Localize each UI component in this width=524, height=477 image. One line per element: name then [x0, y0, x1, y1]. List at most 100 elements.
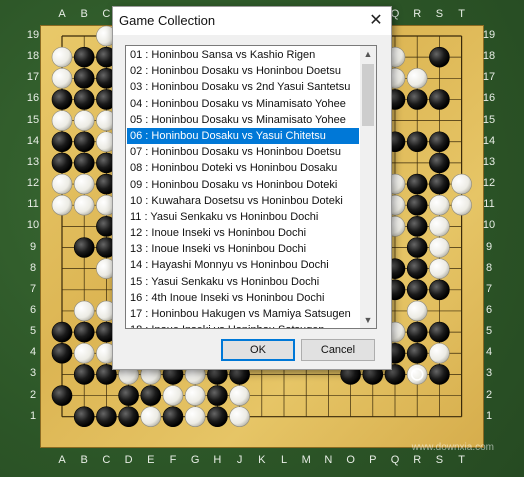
game-list-items: 01 : Honinbou Sansa vs Kashio Rigen 02 : …	[127, 47, 359, 328]
game-list-item[interactable]: 03 : Honinbou Dosaku vs 2nd Yasui Santet…	[127, 79, 359, 95]
game-list[interactable]: 01 : Honinbou Sansa vs Kashio Rigen 02 : …	[125, 45, 377, 329]
game-list-item[interactable]: 08 : Honinbou Doteki vs Honinbou Dosaku	[127, 160, 359, 176]
column-label-top: A	[58, 8, 66, 20]
white-stone	[73, 300, 95, 322]
white-stone	[429, 258, 450, 279]
black-stone	[406, 342, 428, 364]
column-label-top: S	[435, 8, 444, 20]
column-label-bottom: Q	[390, 454, 400, 466]
black-stone	[73, 89, 95, 110]
white-stone	[73, 194, 95, 216]
black-stone	[406, 216, 428, 237]
white-stone	[429, 194, 450, 216]
close-icon[interactable]: ✕	[363, 9, 389, 33]
scroll-up-icon[interactable]: ▲	[360, 46, 376, 62]
black-stone	[429, 89, 450, 110]
black-stone	[73, 152, 95, 174]
column-label-bottom: D	[124, 454, 133, 466]
white-stone	[51, 67, 73, 89]
black-stone	[96, 406, 117, 428]
white-stone	[51, 194, 73, 216]
white-stone	[140, 406, 162, 428]
white-stone	[406, 67, 428, 89]
black-stone	[406, 237, 428, 258]
white-stone	[51, 46, 73, 68]
game-collection-dialog: Game Collection ✕ 01 : Honinbou Sansa vs…	[112, 6, 392, 370]
black-stone	[118, 406, 139, 428]
column-label-bottom: S	[435, 454, 444, 466]
white-stone	[73, 173, 95, 195]
column-label-bottom: B	[80, 454, 88, 466]
cancel-button[interactable]: Cancel	[301, 339, 375, 361]
column-label-bottom: L	[280, 454, 288, 466]
black-stone	[429, 46, 450, 68]
watermark: www.downxia.com	[411, 442, 494, 453]
black-stone	[429, 131, 450, 153]
column-label-bottom: O	[346, 454, 355, 466]
game-list-item[interactable]: 13 : Inoue Inseki vs Honinbou Dochi	[127, 241, 359, 257]
black-stone	[429, 321, 450, 343]
black-stone	[140, 385, 162, 406]
column-label-top: T	[458, 8, 465, 20]
game-list-item[interactable]: 01 : Honinbou Sansa vs Kashio Rigen	[127, 47, 359, 63]
black-stone	[207, 406, 228, 428]
scroll-down-icon[interactable]: ▼	[360, 312, 376, 328]
black-stone	[406, 279, 428, 301]
list-scrollbar[interactable]: ▲ ▼	[360, 46, 376, 328]
black-stone	[73, 131, 95, 153]
black-stone	[51, 89, 73, 110]
white-stone	[73, 342, 95, 364]
dialog-title: Game Collection	[119, 13, 216, 28]
black-stone	[406, 321, 428, 343]
column-label-bottom: F	[169, 454, 177, 466]
white-stone	[162, 385, 184, 406]
scrollbar-thumb[interactable]	[362, 64, 374, 126]
column-label-bottom: H	[213, 454, 222, 466]
column-label-bottom: C	[102, 454, 111, 466]
column-label-bottom: A	[58, 454, 66, 466]
black-stone	[51, 385, 73, 406]
white-stone	[51, 173, 73, 195]
game-list-item[interactable]: 16 : 4th Inoue Inseki vs Honinbou Dochi	[127, 290, 359, 306]
game-list-item[interactable]: 06 : Honinbou Dosaku vs Yasui Chitetsu	[127, 127, 359, 145]
white-stone	[229, 406, 250, 428]
column-label-bottom: T	[458, 454, 465, 466]
white-stone	[406, 364, 428, 385]
game-list-item[interactable]: 12 : Inoue Inseki vs Honinbou Dochi	[127, 225, 359, 241]
game-list-item[interactable]: 02 : Honinbou Dosaku vs Honinbou Doetsu	[127, 63, 359, 79]
black-stone	[406, 194, 428, 216]
white-stone	[229, 385, 250, 406]
game-list-item[interactable]: 04 : Honinbou Dosaku vs Minamisato Yohee	[127, 96, 359, 112]
game-list-item[interactable]: 10 : Kuwahara Dosetsu vs Honinbou Doteki	[127, 193, 359, 209]
column-label-top: B	[80, 8, 88, 20]
black-stone	[429, 279, 450, 301]
column-label-bottom: J	[236, 454, 243, 466]
game-list-item[interactable]: 11 : Yasui Senkaku vs Honinbou Dochi	[127, 209, 359, 225]
black-stone	[429, 364, 450, 385]
game-list-item[interactable]: 18 : Inoue Inseki vs Honinbou Satsugen	[127, 322, 359, 328]
black-stone	[406, 173, 428, 195]
column-label-bottom: G	[190, 454, 200, 466]
game-list-item[interactable]: 09 : Honinbou Dosaku vs Honinbou Doteki	[127, 177, 359, 193]
game-list-item[interactable]: 17 : Honinbou Hakugen vs Mamiya Satsugen	[127, 306, 359, 322]
white-stone	[51, 110, 73, 131]
dialog-titlebar[interactable]: Game Collection ✕	[113, 7, 391, 35]
column-label-bottom: M	[301, 454, 311, 466]
black-stone	[162, 406, 184, 428]
game-list-item[interactable]: 14 : Hayashi Monnyu vs Honinbou Dochi	[127, 257, 359, 273]
column-label-top: R	[413, 8, 422, 20]
column-label-bottom: N	[324, 454, 333, 466]
black-stone	[429, 173, 450, 195]
game-list-item[interactable]: 05 : Honinbou Dosaku vs Minamisato Yohee	[127, 112, 359, 128]
white-stone	[184, 385, 206, 406]
black-stone	[51, 131, 73, 153]
white-stone	[429, 342, 450, 364]
game-list-item[interactable]: 07 : Honinbou Dosaku vs Honinbou Doetsu	[127, 144, 359, 160]
ok-button[interactable]: OK	[221, 339, 295, 361]
game-list-item[interactable]: 15 : Yasui Senkaku vs Honinbou Dochi	[127, 274, 359, 290]
white-stone	[429, 237, 450, 258]
column-label-bottom: E	[147, 454, 155, 466]
black-stone	[51, 152, 73, 174]
black-stone	[73, 67, 95, 89]
black-stone	[73, 46, 95, 68]
